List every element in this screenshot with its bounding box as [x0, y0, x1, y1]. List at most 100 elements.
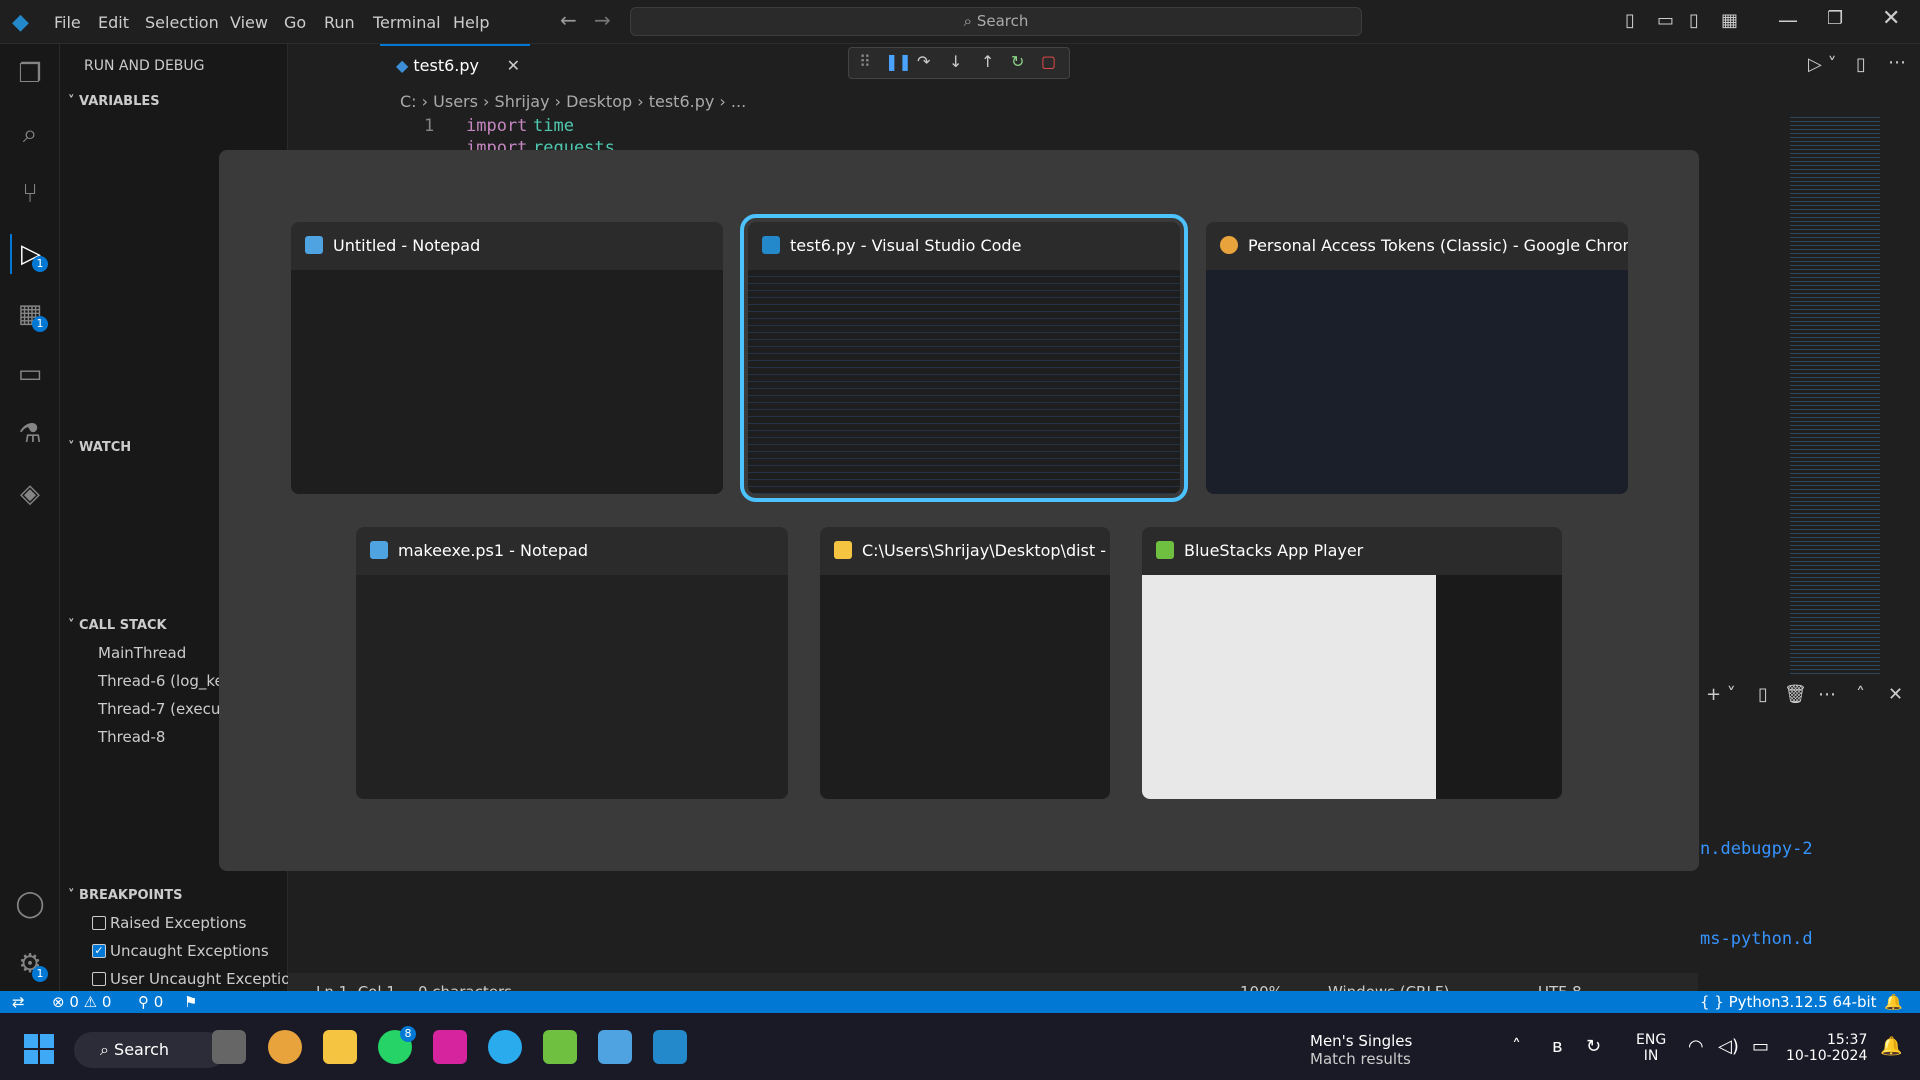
language-indicator[interactable]: ENG IN — [1636, 1032, 1666, 1064]
switcher-card[interactable]: makeexe.ps1 - Notepad — [356, 527, 788, 799]
switcher-card-selected[interactable]: test6.py - Visual Studio Code — [740, 214, 1188, 502]
show-hidden-icons-icon[interactable]: ˄ — [1512, 1036, 1521, 1057]
panel-more-icon[interactable]: ⋯ — [1818, 684, 1836, 705]
crumb[interactable]: Users — [433, 92, 478, 111]
minimap[interactable] — [1790, 114, 1880, 674]
debug-status-icon[interactable]: ⚑ — [184, 993, 197, 1011]
menu-help[interactable]: Help — [453, 13, 489, 32]
close-panel-icon[interactable]: ✕ — [1888, 684, 1903, 705]
step-into-icon[interactable]: ↓ — [949, 52, 962, 71]
crumb[interactable]: Shrijay — [495, 92, 550, 111]
problems[interactable]: ⊗ 0 ⚠ 0 — [52, 993, 111, 1011]
switcher-card[interactable]: C:\Users\Shrijay\Desktop\dist - F... — [820, 527, 1110, 799]
notepad-icon[interactable] — [598, 1030, 632, 1064]
bluestacks-icon[interactable] — [543, 1030, 577, 1064]
thread-item[interactable]: MainThread — [98, 644, 186, 662]
ports[interactable]: ⚲ 0 — [138, 993, 163, 1011]
split-editor-icon[interactable]: ▯ — [1856, 54, 1866, 75]
run-icon[interactable]: ▷ ˅ — [1808, 54, 1837, 75]
task-view-icon[interactable] — [212, 1030, 246, 1064]
notifications-bell-icon[interactable]: 🔔 — [1884, 993, 1903, 1011]
restart-icon[interactable]: ↻ — [1011, 52, 1024, 71]
uncaught-exceptions-checkbox[interactable]: ✓ — [92, 944, 106, 958]
vscode-logo-icon: ◆ — [12, 10, 29, 35]
trash-icon[interactable]: 🗑 — [1784, 684, 1807, 705]
pause-icon[interactable]: ❚❚ — [885, 52, 912, 71]
close-tab-icon[interactable]: ✕ — [507, 46, 520, 86]
call-stack-header[interactable]: ˅ CALL STACK — [68, 618, 167, 633]
minimize-icon[interactable]: — — [1778, 8, 1798, 32]
menu-run[interactable]: Run — [324, 13, 355, 32]
notification-bell-icon[interactable]: 🔔 — [1880, 1036, 1902, 1057]
restore-icon[interactable]: ❐ — [1827, 8, 1843, 29]
sync-icon[interactable]: ↻ — [1586, 1036, 1601, 1057]
menu-view[interactable]: View — [230, 13, 268, 32]
toggle-secondary-sidebar-icon[interactable]: ▯ — [1689, 10, 1699, 31]
step-out-icon[interactable]: ↑ — [981, 52, 994, 71]
language-mode[interactable]: { } Python — [1700, 993, 1781, 1011]
user-uncaught-checkbox[interactable] — [92, 972, 106, 986]
thread-item[interactable]: Thread-8 — [98, 728, 165, 746]
switcher-card[interactable]: Personal Access Tokens (Classic) - Googl… — [1206, 222, 1628, 494]
search-icon[interactable]: ⌕ — [10, 114, 50, 154]
split-terminal-icon[interactable]: ▯ — [1758, 684, 1768, 705]
python-version[interactable]: 3.12.5 64-bit — [1780, 993, 1877, 1011]
switcher-card[interactable]: BlueStacks App Player — [1142, 527, 1562, 799]
raised-exceptions-checkbox[interactable] — [92, 916, 106, 930]
close-icon[interactable]: ✕ — [1882, 6, 1900, 31]
toggle-panel-icon[interactable]: ▭ — [1657, 10, 1674, 31]
news-widget[interactable]: Men's Singles Match results — [1310, 1032, 1412, 1068]
variables-header[interactable]: ˅ VARIABLES — [68, 94, 160, 109]
remote-icon[interactable]: ⇄ — [12, 993, 25, 1011]
battery-icon[interactable]: ▭ — [1752, 1036, 1769, 1057]
vscode-icon[interactable] — [653, 1030, 687, 1064]
breadcrumb[interactable]: C: › Users › Shrijay › Desktop › test6.p… — [400, 92, 746, 111]
crumb[interactable]: Desktop — [566, 92, 632, 111]
account-icon[interactable]: ◯ — [10, 884, 50, 924]
crumb[interactable]: ... — [731, 92, 746, 111]
whatsapp-icon[interactable]: 8 — [378, 1026, 416, 1064]
menu-go[interactable]: Go — [284, 13, 306, 32]
telegram-icon[interactable] — [488, 1030, 522, 1064]
menu-selection[interactable]: Selection — [145, 13, 219, 32]
new-terminal-icon[interactable]: + ˅ — [1706, 684, 1736, 705]
stop-icon[interactable]: ▢ — [1041, 52, 1056, 71]
toggle-sidebar-icon[interactable]: ▯ — [1625, 10, 1635, 31]
menu-terminal[interactable]: Terminal — [373, 13, 441, 32]
crumb[interactable]: C: — [400, 92, 417, 111]
file-explorer-icon[interactable] — [323, 1030, 357, 1064]
menu-file[interactable]: File — [54, 13, 81, 32]
volume-icon[interactable]: ◁) — [1718, 1036, 1739, 1057]
tab-test6[interactable]: ◆ test6.py ✕ — [380, 44, 530, 88]
chrome-icon[interactable] — [268, 1030, 302, 1064]
customize-layout-icon[interactable]: ▦ — [1721, 10, 1738, 31]
step-over-icon[interactable]: ↷ — [917, 52, 930, 71]
bluetooth-icon[interactable]: ʙ — [1552, 1036, 1562, 1057]
remote-explorer-icon[interactable]: ▭ — [10, 354, 50, 394]
start-button[interactable] — [24, 1034, 54, 1064]
maximize-panel-icon[interactable]: ˄ — [1856, 684, 1865, 705]
taskbar-search[interactable]: ⌕ Search — [74, 1032, 226, 1068]
command-search-box[interactable]: ⌕ Search — [630, 7, 1362, 36]
crumb[interactable]: test6.py — [649, 92, 715, 111]
clock[interactable]: 15:37 10-10-2024 — [1786, 1032, 1867, 1064]
extensions-icon[interactable]: ▦ 1 — [10, 294, 50, 334]
watch-header[interactable]: ˅ WATCH — [68, 440, 131, 455]
back-arrow-icon[interactable]: ← — [560, 8, 577, 32]
instagram-icon[interactable] — [433, 1030, 467, 1064]
source-control-icon[interactable]: ⑂ — [10, 174, 50, 214]
switcher-card[interactable]: Untitled - Notepad — [291, 222, 723, 494]
drag-handle-icon[interactable]: ⠿ — [859, 52, 871, 71]
settings-gear-icon[interactable]: ⚙ 1 — [10, 944, 50, 984]
menu-edit[interactable]: Edit — [98, 13, 129, 32]
thread-item[interactable]: Thread-7 (execut — [98, 700, 226, 718]
testing-icon[interactable]: ⚗ — [10, 414, 50, 454]
explorer-icon[interactable]: ❐ — [10, 54, 50, 94]
thread-item[interactable]: Thread-6 (log_ke — [98, 672, 224, 690]
forward-arrow-icon[interactable]: → — [594, 8, 611, 32]
run-debug-icon[interactable]: ▷ 1 — [10, 234, 50, 274]
wifi-icon[interactable]: ◠ — [1688, 1036, 1704, 1057]
editor-more-icon[interactable]: ⋯ — [1888, 52, 1906, 73]
breakpoints-header[interactable]: ˅ BREAKPOINTS — [68, 888, 183, 903]
layers-icon[interactable]: ◈ — [10, 474, 50, 514]
